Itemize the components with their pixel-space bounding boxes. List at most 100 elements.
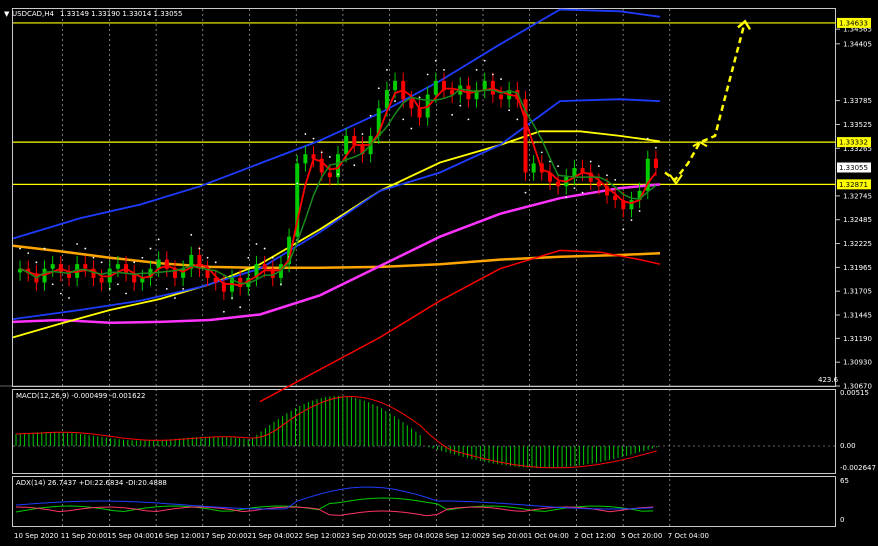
sar-dot	[524, 191, 527, 194]
time-label: 15 Sep 04:00	[107, 532, 154, 540]
candle-bull	[115, 264, 120, 269]
sar-dot	[141, 256, 144, 259]
price-tick-label: 1.31965	[843, 264, 872, 272]
sar-dot	[198, 247, 201, 250]
sar-dot	[483, 59, 486, 62]
time-label: 1 Oct 04:00	[528, 532, 569, 540]
adx-line	[15, 486, 654, 510]
time-label: 29 Sep 20:00	[481, 532, 528, 540]
sar-dot	[255, 243, 258, 245]
sar-dot	[377, 87, 380, 90]
sar-dot	[271, 256, 274, 259]
ma-green-line	[19, 88, 657, 285]
sar-dot	[304, 133, 307, 135]
macd-tick-label: 0.00	[840, 442, 856, 450]
time-label: 21 Sep 04:00	[248, 532, 295, 540]
trading-chart[interactable]: ▼ USDCAD,H4 1.33149 1.33190 1.33014 1.33…	[0, 0, 878, 546]
sar-dot	[206, 256, 209, 259]
price-tick-label: 1.34405	[843, 40, 872, 48]
sar-dot	[353, 164, 356, 167]
price-marker-label: 1.33055	[839, 164, 868, 172]
price-tick-label: 1.33785	[843, 97, 872, 105]
adx-tick-label: 0	[840, 516, 844, 524]
time-label: 23 Sep 20:00	[341, 532, 388, 540]
adx-title: ADX(14) 26.7437 +DI:22.6834 -DI:20.4888	[16, 479, 167, 487]
sar-dot	[614, 178, 617, 181]
level-note: 423.6	[818, 376, 839, 384]
candle-bear	[99, 277, 104, 283]
price-panel[interactable]	[12, 8, 836, 403]
candle-bull	[629, 200, 634, 210]
candle-bear	[499, 94, 504, 100]
candle-bear	[327, 172, 332, 178]
candle-bull	[433, 80, 438, 95]
sar-dot	[386, 69, 388, 71]
symbol-title: USDCAD,H4	[12, 10, 55, 18]
price-marker-label: 1.32871	[839, 181, 868, 189]
sar-dot	[84, 247, 87, 250]
macd-panel[interactable]	[13, 395, 836, 469]
adx-panel[interactable]	[15, 486, 654, 517]
sar-dot	[263, 247, 266, 250]
adx-scale: 65 0	[840, 477, 849, 524]
sar-dot	[149, 247, 152, 250]
sar-dot	[108, 287, 111, 290]
chart-frame	[12, 8, 836, 527]
price-tick-label: 1.31190	[843, 335, 872, 343]
sar-dot	[231, 297, 233, 299]
sar-dot	[328, 156, 331, 158]
price-marker-label: 1.34633	[839, 19, 868, 27]
time-label: 25 Sep 04:00	[388, 532, 435, 540]
time-label: 17 Sep 20:00	[201, 532, 248, 540]
sar-dot	[27, 252, 30, 255]
sar-dot	[19, 247, 21, 250]
sar-dot	[581, 191, 584, 194]
price-tick-label: 1.31705	[843, 288, 872, 296]
plus-di-line	[15, 497, 654, 513]
sar-dot	[426, 73, 429, 76]
candle-bull	[384, 90, 389, 109]
candle-bear	[653, 158, 658, 168]
price-scale[interactable]: 1.345651.344051.337851.335251.332651.327…	[836, 17, 872, 391]
sar-dot	[459, 104, 462, 107]
sar-dot	[312, 137, 315, 140]
sar-dot	[630, 219, 633, 222]
sar-dot	[100, 261, 103, 264]
symbol-title-arrow-icon: ▼	[4, 10, 10, 18]
sar-dot	[214, 261, 217, 264]
sar-dot	[589, 160, 592, 163]
sar-dot	[68, 297, 70, 299]
sar-dot	[565, 196, 568, 199]
sar-dot	[174, 297, 176, 299]
sar-dot	[516, 118, 519, 121]
sar-dot	[540, 151, 543, 154]
sar-dot	[133, 261, 136, 264]
time-axis[interactable]: 10 Sep 2020 11 Sep 20:00 15 Sep 04:00 16 Se…	[14, 532, 709, 540]
sar-dot	[655, 146, 657, 149]
sar-dot	[394, 100, 396, 102]
time-label: 7 Oct 04:00	[668, 532, 709, 540]
sar-dot	[165, 287, 168, 290]
sar-dot	[646, 137, 649, 140]
candle-bear	[197, 254, 202, 269]
sar-dot	[35, 261, 38, 264]
adx-tick-label: 65	[840, 477, 849, 485]
sar-dot	[182, 287, 185, 290]
sar-dot	[280, 283, 282, 286]
candle-bull	[393, 80, 398, 91]
candle-bear	[352, 135, 357, 146]
sar-dot	[475, 69, 478, 71]
sar-dot	[418, 96, 421, 99]
sar-dot	[296, 182, 299, 185]
sar-dot	[606, 174, 608, 177]
price-tick-label: 1.32745	[843, 192, 872, 200]
ohlc-readout: 1.33149 1.33190 1.33014 1.33055	[60, 10, 182, 18]
sar-dot	[443, 69, 445, 71]
price-tick-label: 1.30930	[843, 359, 872, 367]
time-label: 5 Oct 20:00	[621, 532, 662, 540]
sar-dot	[320, 151, 323, 154]
time-label: 16 Sep 12:00	[154, 532, 201, 540]
sar-dot	[508, 109, 511, 112]
macd-scale: 0.00515 0.00 -0.002647	[840, 389, 876, 472]
price-tick-label: 1.32225	[843, 240, 872, 248]
